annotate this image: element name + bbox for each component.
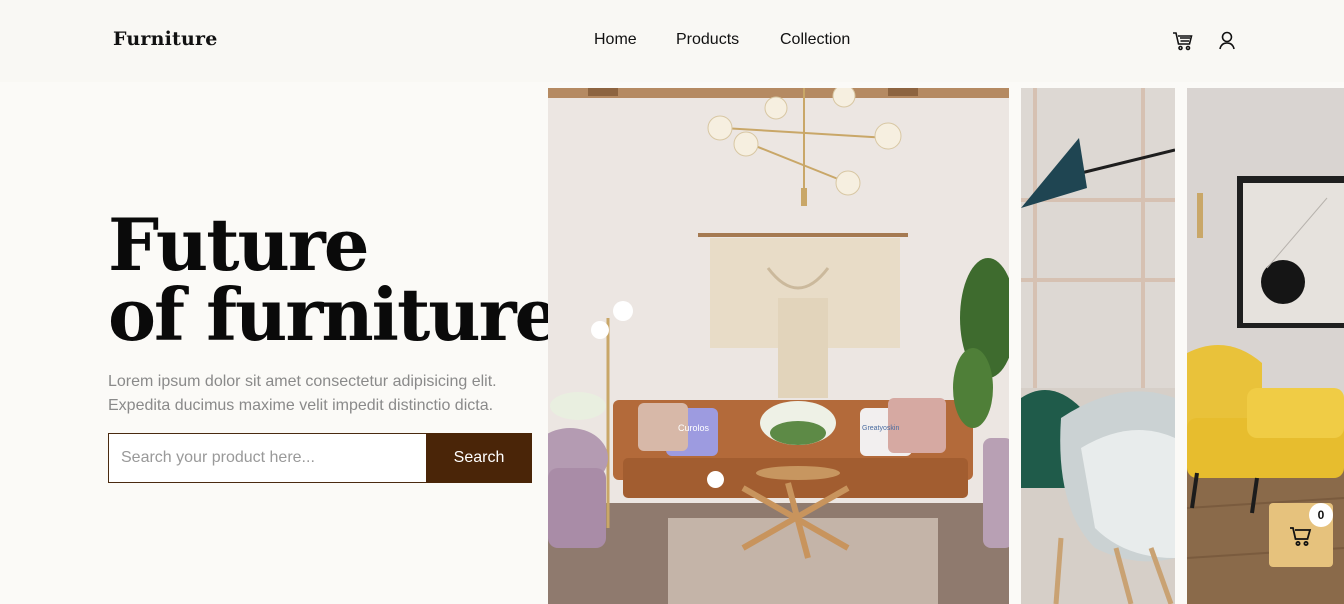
hero-description: Lorem ipsum dolor sit amet consectetur a… <box>108 373 497 414</box>
nav-collection[interactable]: Collection <box>780 31 850 49</box>
site-header: Furniture Home Products Collection <box>0 0 1344 82</box>
slider-dot[interactable] <box>707 471 724 488</box>
chair-image <box>1021 88 1175 604</box>
cart-icon[interactable] <box>1172 30 1194 52</box>
nav-home[interactable]: Home <box>594 31 637 49</box>
hero-title-line1: Future <box>108 202 370 287</box>
hero-title: Future of furniture <box>108 202 560 357</box>
search-button[interactable]: Search <box>426 433 532 483</box>
search-bar: Search <box>108 433 532 483</box>
nav-products[interactable]: Products <box>676 31 739 49</box>
cart-count-badge: 0 <box>1309 503 1333 527</box>
pillow-text-1: Curolos <box>678 423 710 433</box>
living-room-image: Curolos Greatyoskin <box>548 88 1009 604</box>
cart-icon <box>1290 527 1312 546</box>
search-input[interactable] <box>108 433 426 483</box>
hero-title-line2: of furniture <box>108 272 560 357</box>
pillow-text-2: Greatyoskin <box>862 425 899 432</box>
user-icon[interactable] <box>1217 30 1239 52</box>
logo[interactable]: Furniture <box>113 28 218 50</box>
